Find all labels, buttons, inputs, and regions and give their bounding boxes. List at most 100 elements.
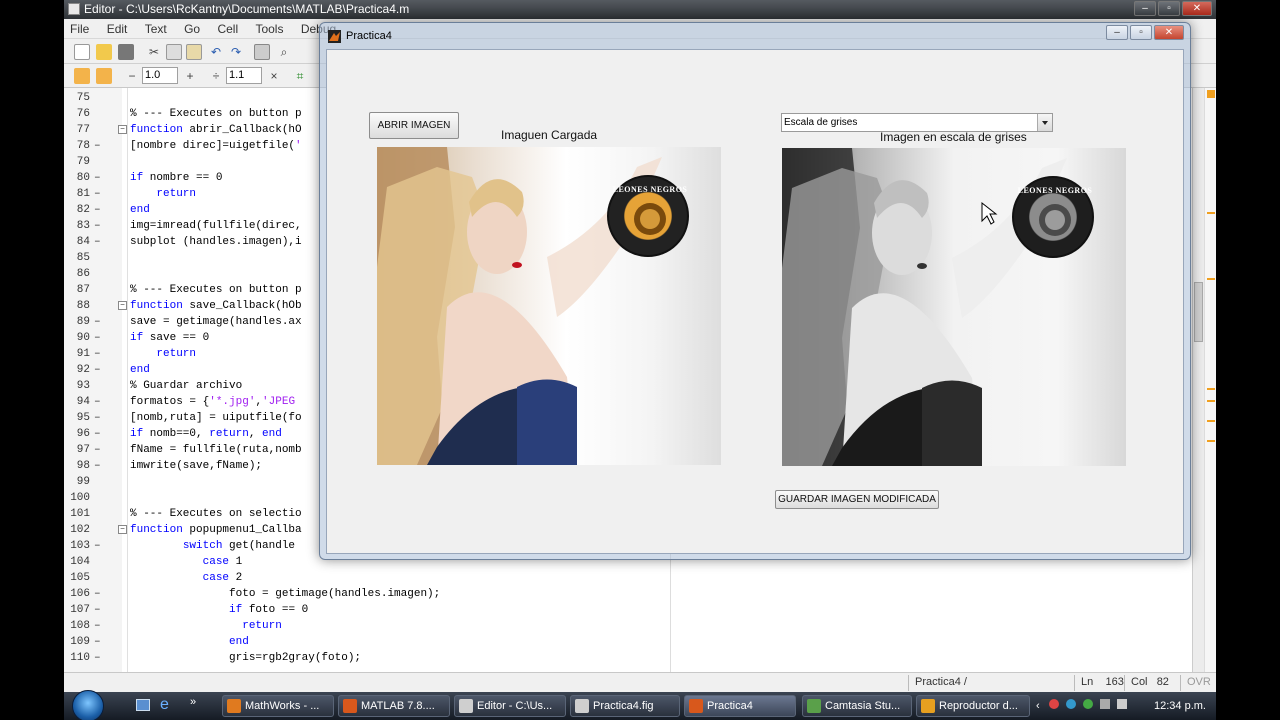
taskbar-item[interactable]: Reproductor d...	[916, 695, 1030, 717]
mlint-marker[interactable]	[1207, 400, 1215, 402]
tray-network-icon[interactable]	[1065, 699, 1076, 709]
mlint-marker[interactable]	[1207, 388, 1215, 390]
taskbar-item[interactable]: Practica4.fig	[570, 695, 680, 717]
breakpoint-marker[interactable]: –	[94, 618, 104, 634]
fold-toggle-icon[interactable]: −	[118, 525, 127, 534]
code-line[interactable]: 106– foto = getimage(handles.imagen);	[64, 586, 670, 602]
taskbar-item[interactable]: MathWorks - ...	[222, 695, 334, 717]
close-button[interactable]: ✕	[1182, 1, 1212, 16]
editor-title-bar[interactable]: Editor - C:\Users\RcKantny\Documents\MAT…	[64, 0, 1216, 19]
print-icon[interactable]	[254, 44, 270, 60]
redo-icon[interactable]: ↷	[228, 44, 244, 60]
menu-tools[interactable]: Tools	[255, 22, 283, 36]
copy-icon[interactable]	[166, 44, 182, 60]
menu-text[interactable]: Text	[145, 22, 167, 36]
breakpoint-marker[interactable]: –	[94, 202, 104, 218]
line-number: 78	[76, 140, 90, 152]
breakpoint-marker[interactable]: –	[94, 538, 104, 554]
breakpoint-marker[interactable]: –	[94, 458, 104, 474]
breakpoint-marker[interactable]: –	[94, 442, 104, 458]
breakpoint-marker[interactable]: –	[94, 330, 104, 346]
breakpoint-marker[interactable]: –	[94, 346, 104, 362]
maximize-button[interactable]: ▫	[1130, 25, 1152, 40]
breakpoint-marker[interactable]: –	[94, 218, 104, 234]
fold-toggle-icon[interactable]: −	[118, 301, 127, 310]
tray-record-icon[interactable]	[1048, 699, 1059, 709]
minimize-button[interactable]: –	[1134, 1, 1156, 16]
mlint-message-bar[interactable]	[1204, 88, 1216, 672]
breakpoint-marker[interactable]: –	[94, 650, 104, 666]
mlint-marker[interactable]	[1207, 440, 1215, 442]
taskbar-item[interactable]: Practica4	[684, 695, 796, 717]
minimize-button[interactable]: –	[1106, 25, 1128, 40]
multiply-icon[interactable]: ×	[266, 68, 282, 84]
tray-back-chevron-icon[interactable]: ‹	[1036, 700, 1040, 712]
find-icon[interactable]: ⌕	[276, 44, 292, 60]
undo-icon[interactable]: ↶	[208, 44, 224, 60]
breakpoint-marker[interactable]: –	[94, 138, 104, 154]
code-line[interactable]: 110– gris=rgb2gray(foto);	[64, 650, 670, 666]
breakpoint-marker[interactable]: –	[94, 362, 104, 378]
taskbar-item[interactable]: MATLAB 7.8....	[338, 695, 450, 717]
breakpoint-marker[interactable]: –	[94, 234, 104, 250]
code-line[interactable]: 109– end	[64, 634, 670, 650]
breakpoint-marker[interactable]: –	[94, 602, 104, 618]
mlint-marker[interactable]	[1207, 420, 1215, 422]
breakpoint-marker[interactable]: –	[94, 314, 104, 330]
breakpoint-marker[interactable]: –	[94, 586, 104, 602]
paste-icon[interactable]	[186, 44, 202, 60]
code-text: end	[130, 364, 150, 376]
taskbar-item[interactable]: Editor - C:\Us...	[454, 695, 566, 717]
breakpoint-marker[interactable]: –	[94, 634, 104, 650]
open-image-button[interactable]: ABRIR IMAGEN	[369, 112, 459, 139]
figure-window[interactable]: Practica4 – ▫ ✕ ABRIR IMAGEN Imaguen Car…	[319, 22, 1191, 560]
menu-cell[interactable]: Cell	[217, 22, 238, 36]
menu-file[interactable]: File	[70, 22, 89, 36]
divide-icon[interactable]: ÷	[208, 68, 224, 84]
new-file-icon[interactable]	[74, 44, 90, 60]
code-line[interactable]: 108– return	[64, 618, 670, 634]
code-line[interactable]: 105 case 2	[64, 570, 670, 586]
editor-vertical-scrollbar[interactable]	[1192, 88, 1204, 672]
overflow-chevron-icon[interactable]: »	[190, 696, 196, 708]
taskbar-clock[interactable]: 12:34 p.m.	[1154, 695, 1206, 717]
cell-eval-icon[interactable]	[74, 68, 90, 84]
menu-edit[interactable]: Edit	[107, 22, 128, 36]
maximize-button[interactable]: ▫	[1158, 1, 1180, 16]
line-number: 88	[76, 300, 90, 312]
scrollbar-thumb[interactable]	[1194, 282, 1203, 342]
breakpoint-marker[interactable]: –	[94, 410, 104, 426]
code-line[interactable]: 107– if foto == 0	[64, 602, 670, 618]
start-button[interactable]	[72, 690, 104, 720]
line-number: 87	[76, 284, 90, 296]
breakpoint-marker[interactable]: –	[94, 426, 104, 442]
cell-eval-advance-icon[interactable]	[96, 68, 112, 84]
fold-toggle-icon[interactable]: −	[118, 125, 127, 134]
breakpoint-marker[interactable]: –	[94, 186, 104, 202]
line-number: 79	[76, 156, 90, 168]
close-button[interactable]: ✕	[1154, 25, 1184, 40]
mlint-marker[interactable]	[1207, 278, 1215, 280]
breakpoint-marker[interactable]: –	[94, 394, 104, 410]
save-icon[interactable]	[118, 44, 134, 60]
taskbar-item[interactable]: Camtasia Stu...	[802, 695, 912, 717]
decrement-icon[interactable]: −	[124, 68, 140, 84]
open-folder-icon[interactable]	[96, 44, 112, 60]
decrement-value-field[interactable]: 1.0	[142, 67, 178, 84]
cut-icon[interactable]: ✂	[146, 44, 162, 60]
save-modified-image-button[interactable]: GUARDAR IMAGEN MODIFICADA	[775, 490, 939, 509]
tray-skype-icon[interactable]	[1082, 699, 1093, 709]
tray-volume-icon[interactable]	[1116, 699, 1127, 709]
increment-icon[interactable]: +	[182, 68, 198, 84]
breakpoint-marker[interactable]: –	[94, 170, 104, 186]
menu-go[interactable]: Go	[184, 22, 200, 36]
mlint-marker[interactable]	[1207, 212, 1215, 214]
mlint-status-indicator[interactable]	[1207, 90, 1215, 98]
internet-explorer-icon[interactable]: e	[160, 696, 169, 714]
figure-title-bar[interactable]: Practica4	[328, 28, 392, 44]
chevron-down-icon[interactable]	[1037, 114, 1052, 131]
show-desktop-icon[interactable]	[136, 699, 150, 711]
divide-value-field[interactable]: 1.1	[226, 67, 262, 84]
tray-display-icon[interactable]	[1099, 699, 1110, 709]
cell-mode-icon[interactable]: ⌗	[292, 68, 308, 84]
